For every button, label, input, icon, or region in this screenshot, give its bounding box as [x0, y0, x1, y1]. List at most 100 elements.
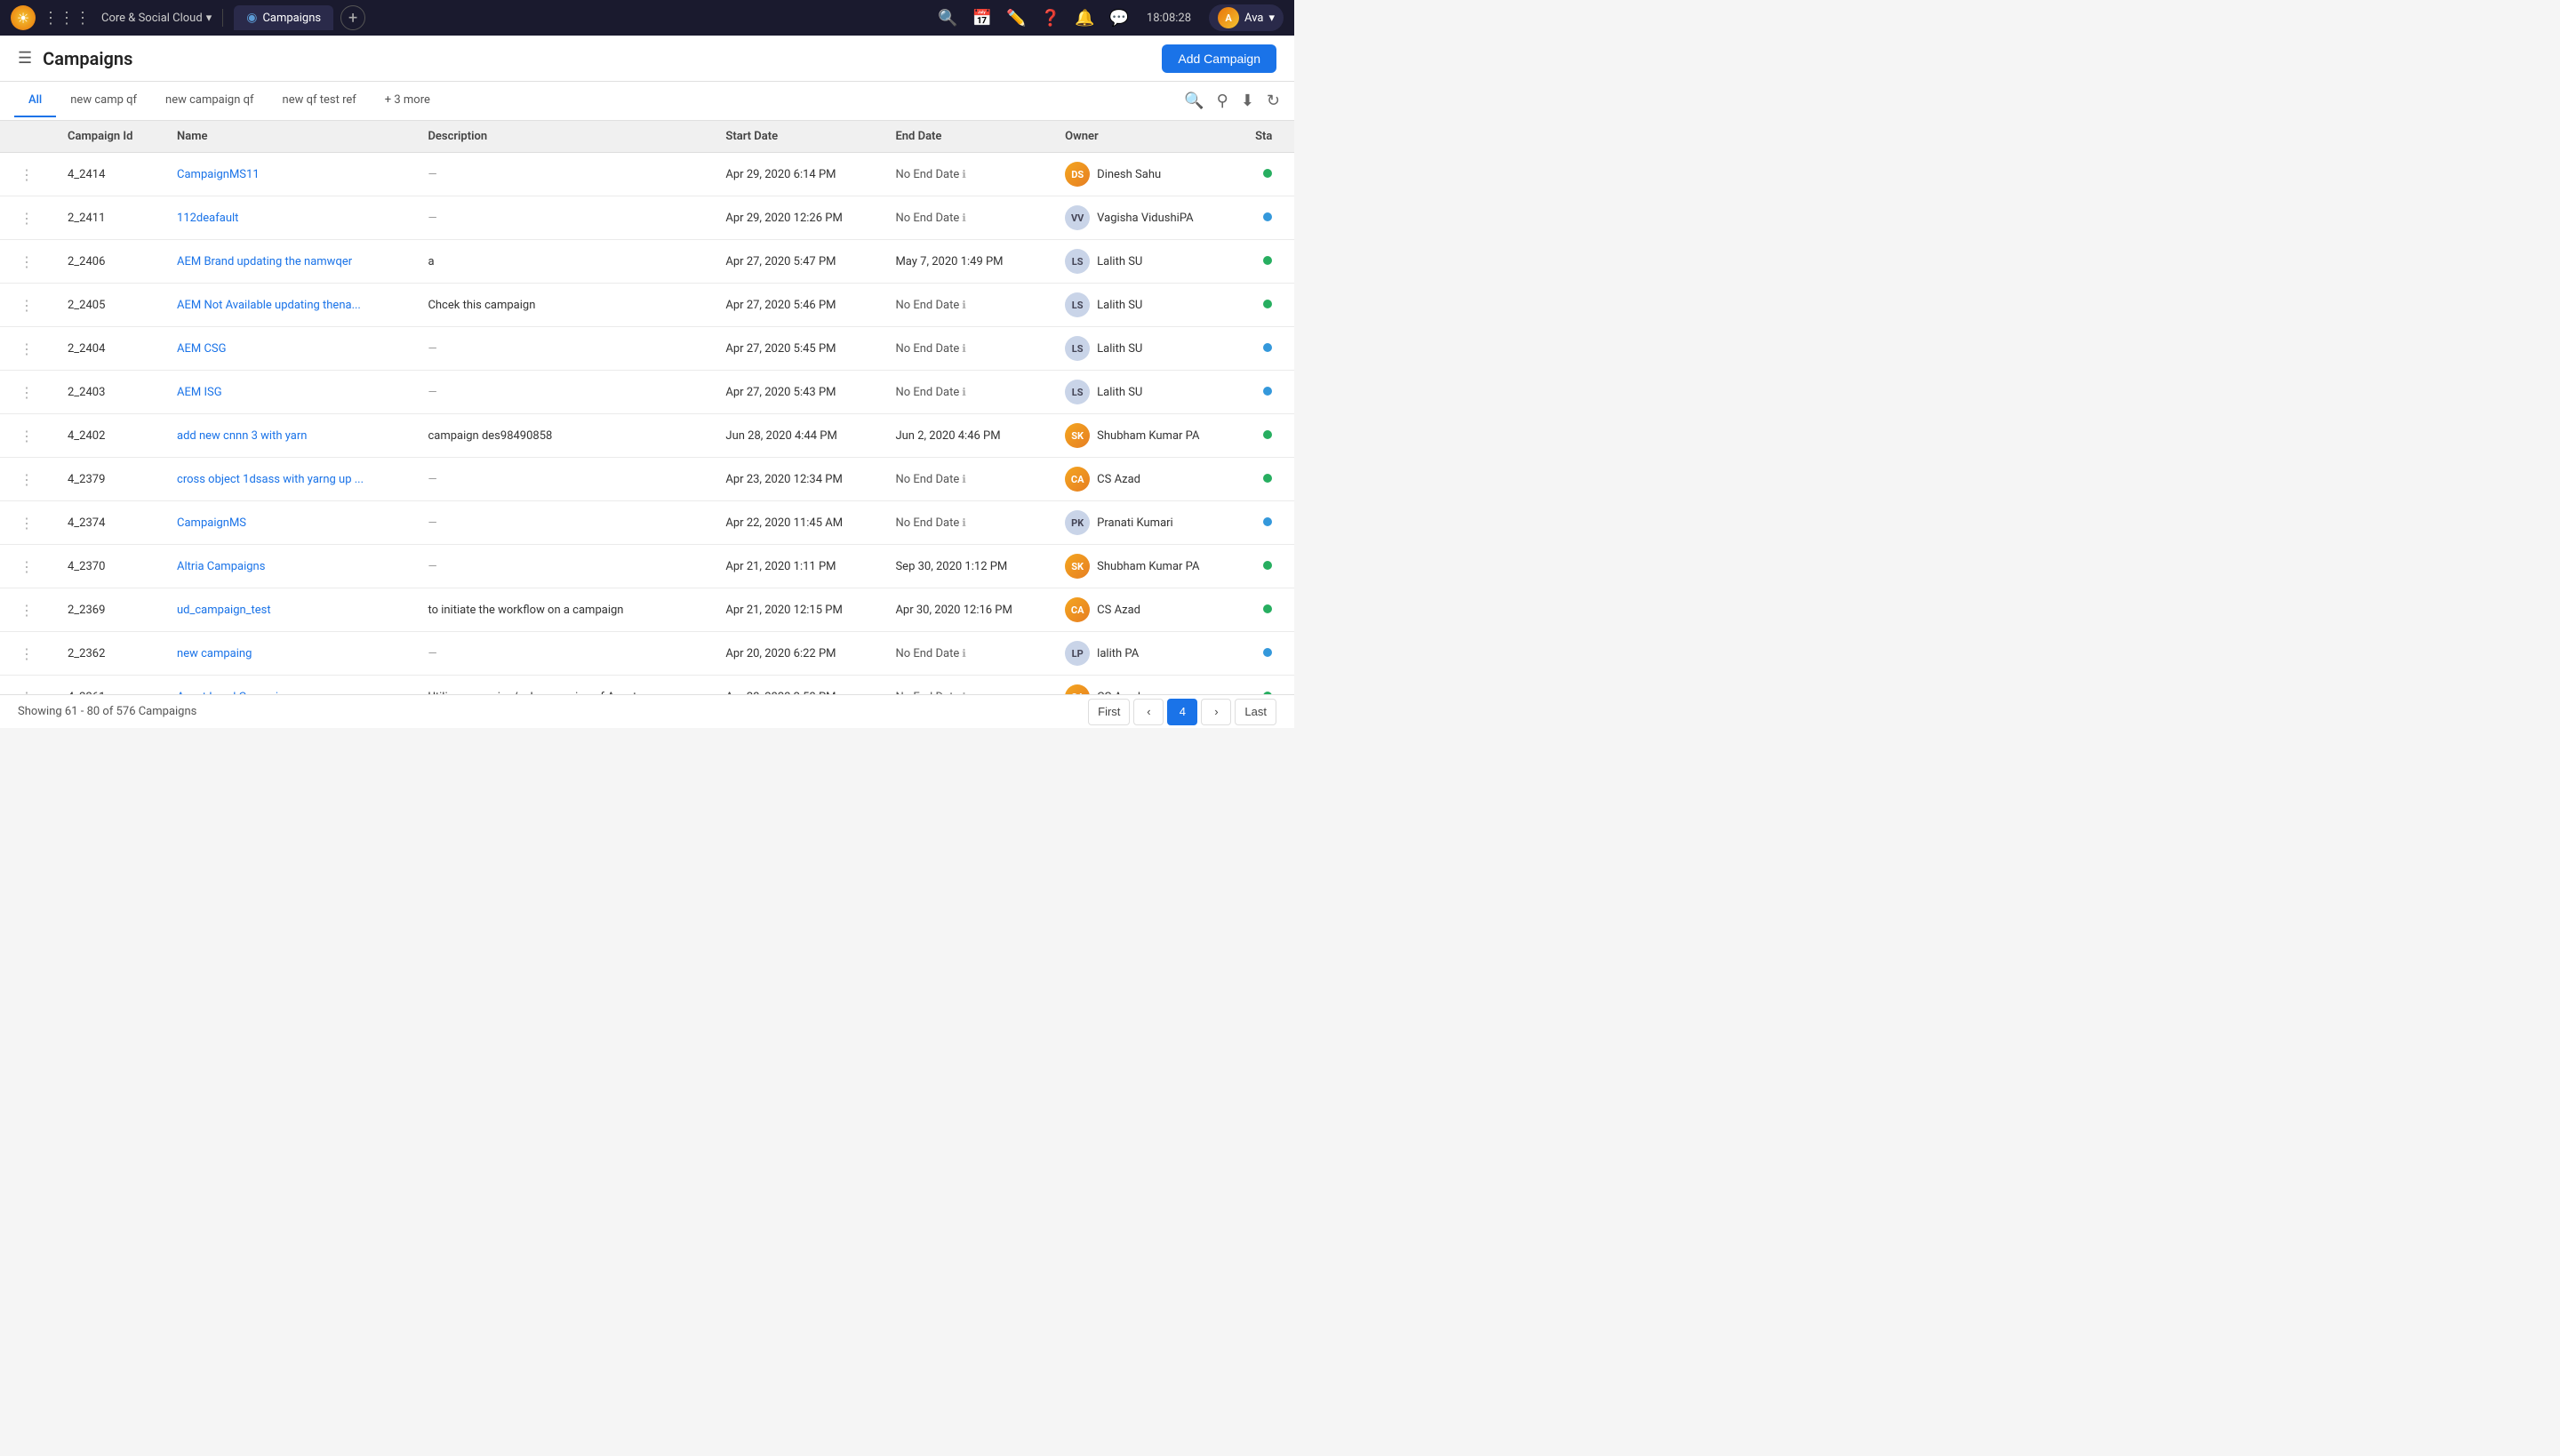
campaign-name-cell[interactable]: Altria Campaigns	[163, 545, 413, 588]
row-menu-icon[interactable]: ⋮	[14, 602, 39, 619]
status-dot-icon	[1263, 517, 1272, 526]
campaign-start-cell: Apr 21, 2020 1:11 PM	[711, 545, 881, 588]
tab-new-qf-test-ref[interactable]: new qf test ref	[268, 84, 371, 117]
grid-menu-icon[interactable]: ⋮⋮⋮	[43, 9, 91, 28]
dash-value: —	[428, 386, 436, 399]
tab-new-camp-qf[interactable]: new camp qf	[56, 84, 151, 117]
dash-value: —	[428, 342, 436, 356]
col-owner[interactable]: Owner	[1051, 121, 1241, 153]
end-date-info-icon[interactable]: ℹ	[962, 691, 966, 695]
status-dot-icon	[1263, 343, 1272, 352]
first-page-button[interactable]: First	[1088, 699, 1130, 725]
table-header-row: Campaign Id Name Description Start Date …	[0, 121, 1294, 153]
user-menu[interactable]: A Ava ▾	[1209, 4, 1284, 31]
campaign-start-cell: Jun 28, 2020 4:44 PM	[711, 414, 881, 458]
row-menu-icon[interactable]: ⋮	[14, 166, 39, 183]
campaign-name-cell[interactable]: AEM Not Available updating thena...	[163, 284, 413, 327]
campaign-name-cell[interactable]: AEM ISG	[163, 371, 413, 414]
edit-icon[interactable]: ✏️	[1006, 9, 1026, 28]
current-page-button[interactable]: 4	[1167, 699, 1197, 725]
bell-icon[interactable]: 🔔	[1075, 9, 1094, 28]
next-page-button[interactable]: ›	[1201, 699, 1231, 725]
campaign-name-cell[interactable]: Asset Level Campaign	[163, 676, 413, 695]
col-status[interactable]: Sta	[1241, 121, 1294, 153]
campaign-name-cell[interactable]: AEM Brand updating the namwqer	[163, 240, 413, 284]
campaign-desc-cell: —	[413, 632, 711, 676]
row-menu-icon[interactable]: ⋮	[14, 210, 39, 227]
showing-text: Showing 61 - 80 of 576 Campaigns	[18, 705, 196, 718]
tab-more[interactable]: + 3 more	[371, 84, 444, 117]
campaigns-table-wrapper: Campaign Id Name Description Start Date …	[0, 121, 1294, 694]
owner-avatar: LP	[1065, 641, 1090, 666]
campaign-name-cell[interactable]: new campaing	[163, 632, 413, 676]
end-date-info-icon[interactable]: ℹ	[962, 647, 966, 660]
owner-cell-content: LS Lalith SU	[1065, 380, 1227, 404]
prev-page-button[interactable]: ‹	[1133, 699, 1164, 725]
search-icon[interactable]: 🔍	[938, 9, 957, 28]
tab-new-campaign-qf[interactable]: new campaign qf	[151, 84, 268, 117]
row-menu-icon[interactable]: ⋮	[14, 689, 39, 695]
add-campaign-button[interactable]: Add Campaign	[1162, 44, 1276, 73]
calendar-icon[interactable]: 📅	[972, 9, 992, 28]
campaign-status-cell	[1241, 545, 1294, 588]
col-end-date[interactable]: End Date	[881, 121, 1051, 153]
campaign-desc-cell: Utilize campaign/sub-campaign of Assets …	[413, 676, 711, 695]
end-date-info-icon[interactable]: ℹ	[962, 212, 966, 224]
end-date-info-icon[interactable]: ℹ	[962, 342, 966, 355]
row-menu-icon[interactable]: ⋮	[14, 384, 39, 401]
col-description[interactable]: Description	[413, 121, 711, 153]
page-header: ☰ Campaigns Add Campaign	[0, 36, 1294, 82]
col-campaign-id[interactable]: Campaign Id	[53, 121, 163, 153]
row-menu-icon[interactable]: ⋮	[14, 645, 39, 662]
row-menu-icon[interactable]: ⋮	[14, 297, 39, 314]
last-page-button[interactable]: Last	[1235, 699, 1276, 725]
tab-all[interactable]: All	[14, 84, 56, 117]
owner-cell-content: DS Dinesh Sahu	[1065, 162, 1227, 187]
campaign-name-cell[interactable]: AEM CSG	[163, 327, 413, 371]
add-tab-button[interactable]: +	[340, 5, 365, 30]
campaign-status-cell	[1241, 588, 1294, 632]
row-menu-icon[interactable]: ⋮	[14, 471, 39, 488]
dash-value: —	[428, 516, 436, 530]
row-menu-icon[interactable]: ⋮	[14, 253, 39, 270]
table-filter-icon[interactable]: ⚲	[1217, 92, 1228, 110]
campaign-name-cell[interactable]: add new cnnn 3 with yarn	[163, 414, 413, 458]
end-date-info-icon[interactable]: ℹ	[962, 168, 966, 180]
status-dot-icon	[1263, 692, 1272, 695]
table-export-icon[interactable]: ⬇	[1241, 92, 1254, 110]
campaign-id-cell: 4_2370	[53, 545, 163, 588]
end-date-info-icon[interactable]: ℹ	[962, 386, 966, 398]
chat-icon[interactable]: 💬	[1108, 9, 1128, 28]
no-end-date-label: No End Date	[895, 691, 959, 695]
campaigns-tab[interactable]: ◉ Campaigns	[234, 5, 333, 30]
campaign-status-cell	[1241, 284, 1294, 327]
table-refresh-icon[interactable]: ↻	[1267, 92, 1280, 110]
campaign-name-cell[interactable]: 112deafault	[163, 196, 413, 240]
no-end-date-label: No End Date	[895, 516, 959, 530]
table-row: ⋮4_2361Asset Level CampaignUtilize campa…	[0, 676, 1294, 695]
end-date-info-icon[interactable]: ℹ	[962, 473, 966, 485]
row-menu-icon[interactable]: ⋮	[14, 340, 39, 357]
campaign-name-cell[interactable]: CampaignMS	[163, 501, 413, 545]
col-start-date[interactable]: Start Date	[711, 121, 881, 153]
owner-name: CS Azad	[1097, 691, 1140, 695]
app-switcher[interactable]: Core & Social Cloud ▾	[101, 12, 212, 25]
col-name[interactable]: Name	[163, 121, 413, 153]
help-icon[interactable]: ❓	[1041, 9, 1060, 28]
campaign-owner-cell: CA CS Azad	[1051, 676, 1241, 695]
campaign-name-cell[interactable]: cross object 1dsass with yarng up ...	[163, 458, 413, 501]
campaign-status-cell	[1241, 501, 1294, 545]
campaign-name-cell[interactable]: ud_campaign_test	[163, 588, 413, 632]
sidebar-toggle-icon[interactable]: ☰	[18, 49, 32, 68]
campaign-name-cell[interactable]: CampaignMS11	[163, 153, 413, 196]
owner-avatar: CA	[1065, 467, 1090, 492]
end-date-info-icon[interactable]: ℹ	[962, 299, 966, 311]
campaign-owner-cell: SK Shubham Kumar PA	[1051, 545, 1241, 588]
end-date-info-icon[interactable]: ℹ	[962, 516, 966, 529]
owner-cell-content: LP lalith PA	[1065, 641, 1227, 666]
row-menu-icon[interactable]: ⋮	[14, 558, 39, 575]
table-search-icon[interactable]: 🔍	[1184, 92, 1204, 110]
row-menu-icon[interactable]: ⋮	[14, 428, 39, 444]
campaign-start-cell: Apr 20, 2020 6:22 PM	[711, 632, 881, 676]
row-menu-icon[interactable]: ⋮	[14, 515, 39, 532]
